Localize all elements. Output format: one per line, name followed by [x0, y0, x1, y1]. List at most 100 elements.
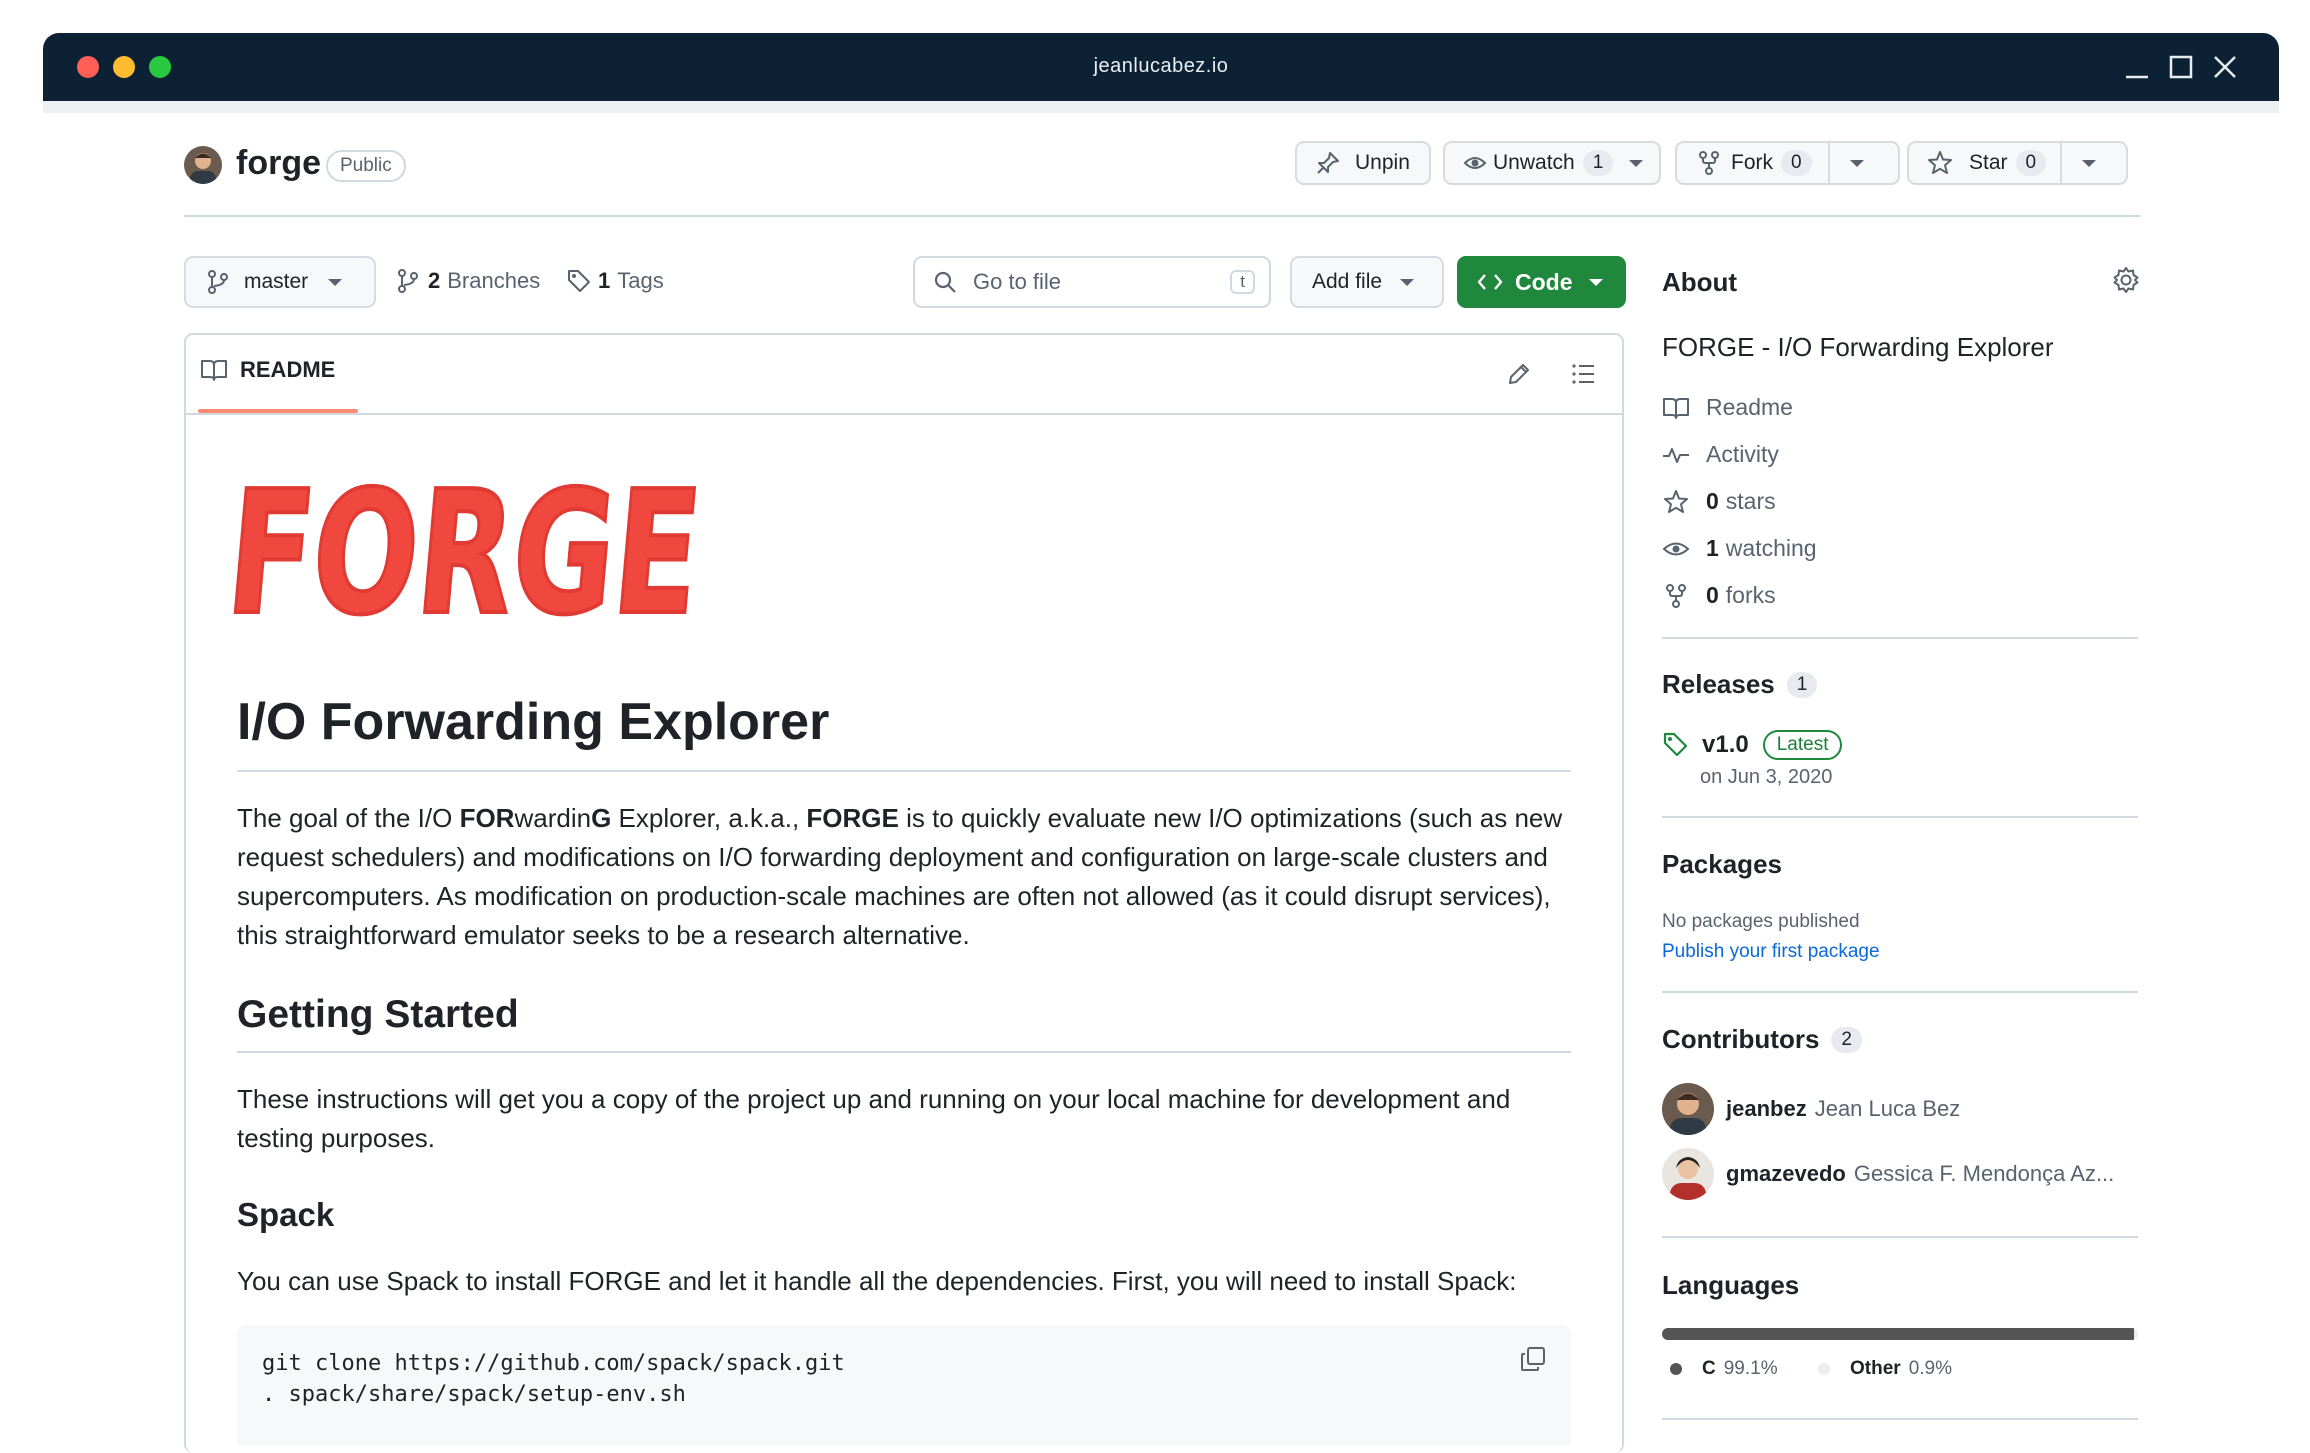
section-rule: [237, 1051, 1571, 1053]
header-divider: [184, 215, 2140, 217]
code-line: . spack/share/spack/setup-env.sh: [262, 1382, 686, 1407]
svg-text:FORGE: FORGE: [228, 455, 708, 652]
getting-started-text: These instructions will get you a copy o…: [237, 1084, 1511, 1153]
star-button[interactable]: Star 0: [1907, 141, 2128, 185]
releases-count: 1: [1786, 671, 1818, 698]
star-icon: [1662, 489, 1690, 515]
contributor-name: Gessica F. Mendonça Az...: [1853, 1161, 2115, 1186]
languages-heading: Languages: [1662, 1270, 1800, 1300]
spack-heading: Spack: [237, 1196, 335, 1233]
fork-icon: [1662, 583, 1690, 609]
avatar: [1662, 1083, 1714, 1135]
pencil-icon[interactable]: [1506, 361, 1532, 387]
stars-count: 0: [1706, 488, 1719, 514]
intro-bold: G: [591, 803, 612, 833]
readme-link-label: Readme: [1706, 394, 1793, 420]
release-version: v1.0: [1702, 731, 1749, 758]
pulse-icon: [1662, 443, 1690, 467]
contributor-login: jeanbez: [1726, 1096, 1807, 1121]
repo-name[interactable]: forge: [236, 144, 321, 183]
spack-text: You can use Spack to install FORGE and l…: [237, 1266, 1517, 1296]
contributor-login: gmazevedo: [1726, 1161, 1846, 1186]
owner-avatar[interactable]: [184, 146, 222, 184]
language-bar-segment-c: [1662, 1328, 2134, 1340]
tags-link[interactable]: 1 Tags: [566, 268, 664, 294]
sidebar-divider: [1662, 991, 2138, 993]
sidebar-divider: [1662, 1236, 2138, 1238]
language-name: C: [1702, 1358, 1716, 1379]
activity-link[interactable]: Activity: [1662, 441, 1779, 468]
publish-package-link[interactable]: Publish your first package: [1662, 941, 1880, 963]
branches-link[interactable]: 2 Branches: [396, 268, 540, 294]
language-percent: 0.9%: [1908, 1358, 1952, 1379]
chevron-down-icon: [328, 278, 343, 286]
unwatch-button[interactable]: Unwatch 1: [1443, 141, 1661, 185]
minimize-icon[interactable]: [2121, 51, 2153, 83]
repo-description: FORGE - I/O Forwarding Explorer: [1662, 332, 2054, 362]
shortcut-key: t: [1230, 270, 1255, 294]
book-icon: [200, 358, 228, 382]
chevron-down-icon[interactable]: [1849, 159, 1864, 167]
window-title: jeanlucabez.io: [1093, 55, 1229, 77]
tags-count: 1: [598, 268, 611, 293]
add-file-button[interactable]: Add file: [1290, 256, 1444, 308]
release-item[interactable]: v1.0 Latest: [1662, 730, 1843, 760]
contributor-name: Jean Luca Bez: [1814, 1096, 1961, 1121]
code-button[interactable]: Code: [1457, 256, 1626, 308]
intro-text: The goal of the I/O: [237, 803, 460, 833]
fork-button[interactable]: Fork 0: [1675, 141, 1900, 185]
watching-link[interactable]: 1 watching: [1662, 535, 1817, 562]
fork-count: 0: [1781, 150, 1812, 176]
unpin-button[interactable]: Unpin: [1295, 141, 1431, 185]
forks-link[interactable]: 0 forks: [1662, 582, 1776, 609]
no-packages-text: No packages published: [1662, 911, 1860, 932]
copy-icon[interactable]: [1519, 1345, 1547, 1373]
add-file-label: Add file: [1312, 270, 1383, 293]
code-line: git clone https://github.com/spack/spack…: [262, 1351, 845, 1376]
readme-link[interactable]: Readme: [1662, 394, 1793, 421]
readme-title: I/O Forwarding Explorer: [237, 693, 830, 751]
about-heading: About: [1662, 267, 1738, 297]
branch-select[interactable]: master: [184, 256, 376, 308]
branches-label: Branches: [447, 268, 541, 293]
chevron-down-icon: [1400, 278, 1415, 286]
intro-paragraph: The goal of the I/O FORwardinG Explorer,…: [237, 799, 1587, 955]
watching-label: watching: [1725, 535, 1817, 561]
language-item-other[interactable]: Other 0.9%: [1818, 1358, 1952, 1380]
code-block: git clone https://github.com/spack/spack…: [237, 1325, 1571, 1445]
packages-heading[interactable]: Packages: [1662, 849, 1782, 880]
chevron-down-icon: [1588, 278, 1603, 286]
forge-logo: FORGE: [228, 452, 728, 652]
release-date: on Jun 3, 2020: [1700, 766, 1833, 788]
languages-bar: [1662, 1328, 2138, 1340]
list-icon[interactable]: [1570, 361, 1596, 387]
window-titlebar: jeanlucabez.io: [43, 33, 2279, 101]
chevron-down-icon[interactable]: [1629, 159, 1644, 167]
window-frame-edge: [43, 101, 2279, 113]
stars-label: stars: [1725, 488, 1776, 514]
chevron-down-icon[interactable]: [2082, 159, 2097, 167]
contributors-count: 2: [1831, 1026, 1862, 1053]
close-icon[interactable]: [2209, 51, 2241, 83]
stars-link[interactable]: 0 stars: [1662, 488, 1776, 515]
branch-icon: [396, 268, 420, 294]
releases-header[interactable]: Releases 1: [1662, 669, 1818, 700]
language-color-dot: [1818, 1363, 1830, 1375]
active-tab-indicator: [198, 409, 358, 413]
fork-icon: [1697, 150, 1721, 176]
gear-icon[interactable]: [2112, 266, 2140, 294]
pin-icon: [1315, 150, 1341, 176]
search-icon: [933, 270, 957, 294]
go-to-file-input[interactable]: Go to file t: [913, 256, 1271, 308]
readme-tab[interactable]: README: [200, 357, 335, 383]
intro-bold: FOR: [459, 803, 515, 833]
language-item-c[interactable]: C 99.1%: [1670, 1358, 1778, 1380]
contributor-item[interactable]: jeanbez Jean Luca Bez: [1662, 1083, 1960, 1135]
star-label: Star: [1969, 151, 2008, 174]
contributor-item[interactable]: gmazevedo Gessica F. Mendonça Az...: [1662, 1148, 2114, 1200]
language-color-dot: [1670, 1363, 1682, 1375]
maximize-icon[interactable]: [2165, 51, 2197, 83]
branches-count: 2: [428, 268, 441, 293]
unwatch-label: Unwatch: [1493, 151, 1575, 174]
contributors-header[interactable]: Contributors 2: [1662, 1024, 1862, 1055]
